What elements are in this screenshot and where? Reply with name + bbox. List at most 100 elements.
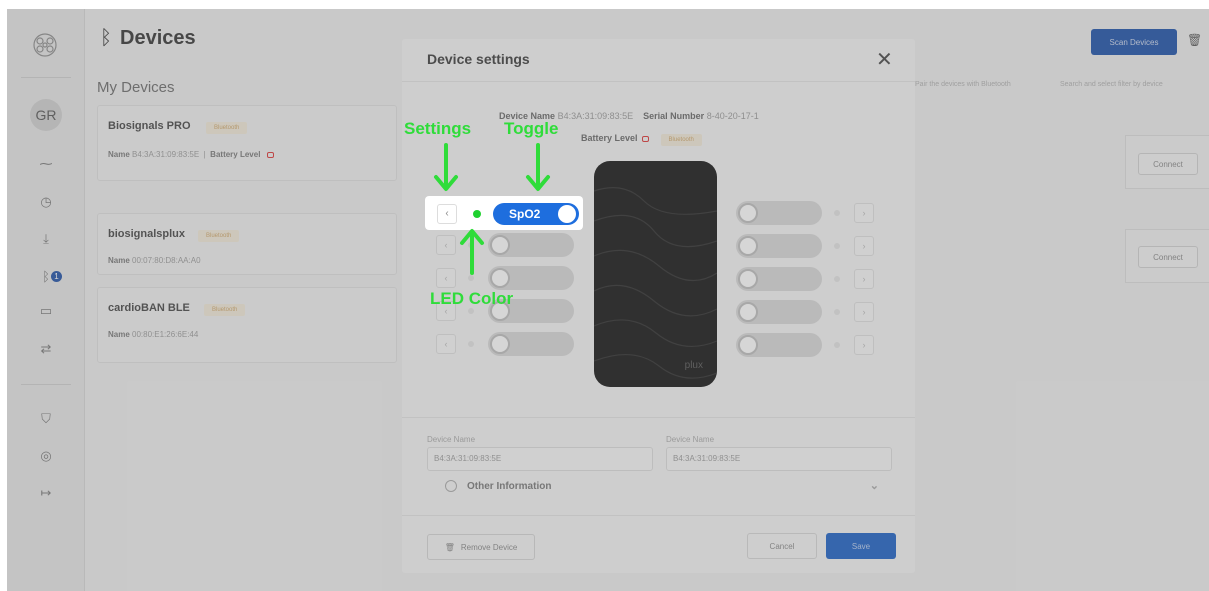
connection-tag: Bluetooth — [206, 122, 248, 134]
channel-toggle[interactable] — [488, 233, 574, 257]
channel-settings-button[interactable]: › — [854, 302, 874, 322]
chevron-down-icon: ⌄ — [869, 480, 879, 492]
field-label: Device Name — [427, 435, 476, 444]
device-details: Name 00:80:E1:26:6E:44 — [108, 330, 199, 339]
connection-tag: Bluetooth — [198, 230, 240, 242]
divider — [402, 81, 915, 82]
channel-led — [834, 309, 840, 315]
divider — [402, 417, 915, 418]
toggle-knob — [558, 205, 576, 223]
trash-icon[interactable]: 🗑 — [1187, 33, 1202, 47]
device-name: Biosignals PRO — [108, 120, 191, 132]
logout-icon[interactable]: ↦ — [36, 483, 56, 503]
battery-icon — [641, 135, 649, 142]
device-card[interactable]: biosignalsplux Bluetooth Name 00:07:80:D… — [97, 213, 397, 275]
channel-led — [473, 210, 481, 218]
channel-settings-button[interactable]: ‹ — [436, 235, 456, 255]
channel-toggle[interactable] — [736, 234, 822, 258]
hint-text: Pair the devices with Bluetooth — [915, 81, 1011, 88]
channel-toggle[interactable]: SpO2 — [493, 203, 579, 225]
scan-devices-button[interactable]: Scan Devices — [1091, 29, 1177, 55]
help-icon[interactable]: ◎ — [36, 446, 56, 466]
device-card[interactable]: cardioBAN BLE Bluetooth Name 00:80:E1:26… — [97, 287, 397, 363]
channel-led — [834, 210, 840, 216]
device-card[interactable]: Connect — [1125, 135, 1209, 189]
transfer-icon[interactable]: ⇄ — [36, 339, 56, 359]
annotation-toggle: Toggle — [504, 119, 559, 138]
highlighted-channel-row: ‹ SpO2 — [425, 196, 583, 230]
device-card[interactable]: Connect — [1125, 229, 1209, 283]
remove-device-button[interactable]: 🗑 Remove Device — [427, 534, 535, 560]
arrow-down-icon — [434, 143, 458, 191]
cancel-button[interactable]: Cancel — [747, 533, 817, 559]
cart-icon[interactable]: ⛉ — [36, 409, 56, 429]
channel-settings-button[interactable]: › — [854, 269, 874, 289]
channel-row: › — [736, 300, 886, 324]
device-card[interactable]: Biosignals PRO Bluetooth Name B4:3A:31:0… — [97, 105, 397, 181]
connection-tag: Bluetooth — [204, 304, 246, 316]
close-icon[interactable]: ✕ — [876, 47, 893, 72]
save-button[interactable]: Save — [826, 533, 896, 559]
device-details: Name 00:07:80:D8:AA:A0 — [108, 256, 201, 265]
trash-icon: 🗑 — [444, 542, 455, 552]
field-label: Device Name — [666, 435, 715, 444]
channel-settings-button[interactable]: ‹ — [436, 268, 456, 288]
section-title: My Devices — [97, 79, 175, 96]
channel-settings-button[interactable]: › — [854, 203, 874, 223]
pulse-icon[interactable]: ⁓ — [36, 154, 56, 174]
sidebar: GR ⁓ ◷ ⤓ ᛒ 1 ▭ ⇄ ⛉ ◎ ↦ — [7, 9, 85, 591]
channel-settings-button[interactable]: › — [854, 335, 874, 355]
channel-row: › — [736, 201, 886, 225]
divider — [402, 515, 915, 516]
annotation-settings: Settings — [404, 119, 472, 138]
channel-settings-button[interactable]: ‹ — [437, 204, 457, 224]
channel-row: › — [736, 234, 886, 258]
arrow-up-icon — [460, 229, 484, 275]
avatar[interactable]: GR — [30, 99, 62, 131]
other-information-accordion[interactable]: Other Information ⌄ — [427, 475, 891, 501]
channel-toggle[interactable] — [488, 332, 574, 356]
device-details: Name B4:3A:31:09:83:5E | Battery Level — [108, 150, 278, 159]
page-title: ᛒ Devices — [100, 27, 196, 49]
device-name-field[interactable]: B4:3A:31:09:83:5E — [666, 447, 892, 471]
connection-tag: Bluetooth — [660, 134, 702, 146]
channel-toggle[interactable] — [736, 333, 822, 357]
other-information-label: Other Information — [467, 481, 552, 492]
modal-title: Device settings — [427, 51, 530, 67]
app-window: GR ⁓ ◷ ⤓ ᛒ 1 ▭ ⇄ ⛉ ◎ ↦ ᛒ Devices Scan Dev… — [7, 9, 1209, 591]
channel-settings-button[interactable]: ‹ — [436, 334, 456, 354]
channel-label: SpO2 — [509, 207, 541, 221]
annotation-led-color: LED Color — [430, 289, 514, 308]
channel-row: ‹ — [436, 332, 596, 356]
device-image: plux — [594, 161, 717, 387]
device-name: cardioBAN BLE — [108, 302, 190, 314]
bluetooth-icon: ᛒ — [100, 27, 112, 49]
channel-toggle[interactable] — [488, 266, 574, 290]
notification-badge: 1 — [51, 271, 62, 282]
channel-row: › — [736, 333, 886, 357]
channel-led — [834, 276, 840, 282]
channel-settings-button[interactable]: › — [854, 236, 874, 256]
channel-row: › — [736, 267, 886, 291]
channel-led — [834, 243, 840, 249]
channel-led — [834, 342, 840, 348]
device-name-field[interactable]: B4:3A:31:09:83:5E — [427, 447, 653, 471]
battery-icon — [266, 151, 274, 158]
connect-button[interactable]: Connect — [1138, 153, 1198, 175]
battery-info: Battery Level Bluetooth — [581, 133, 702, 146]
download-icon[interactable]: ⤓ — [36, 229, 56, 249]
channel-toggle[interactable] — [736, 300, 822, 324]
logo-icon[interactable] — [30, 30, 60, 60]
channel-toggle[interactable] — [736, 201, 822, 225]
device-logo: plux — [684, 360, 703, 371]
timer-icon[interactable]: ◷ — [36, 192, 56, 212]
hint-text: Search and select filter by device — [1060, 81, 1163, 88]
sidebar-divider — [21, 77, 71, 78]
clock-icon — [445, 480, 457, 492]
connect-button[interactable]: Connect — [1138, 246, 1198, 268]
channel-toggle[interactable] — [736, 267, 822, 291]
arrow-down-icon — [526, 143, 550, 191]
channel-led — [468, 341, 474, 347]
folder-icon[interactable]: ▭ — [36, 301, 56, 321]
device-name: biosignalsplux — [108, 228, 186, 240]
